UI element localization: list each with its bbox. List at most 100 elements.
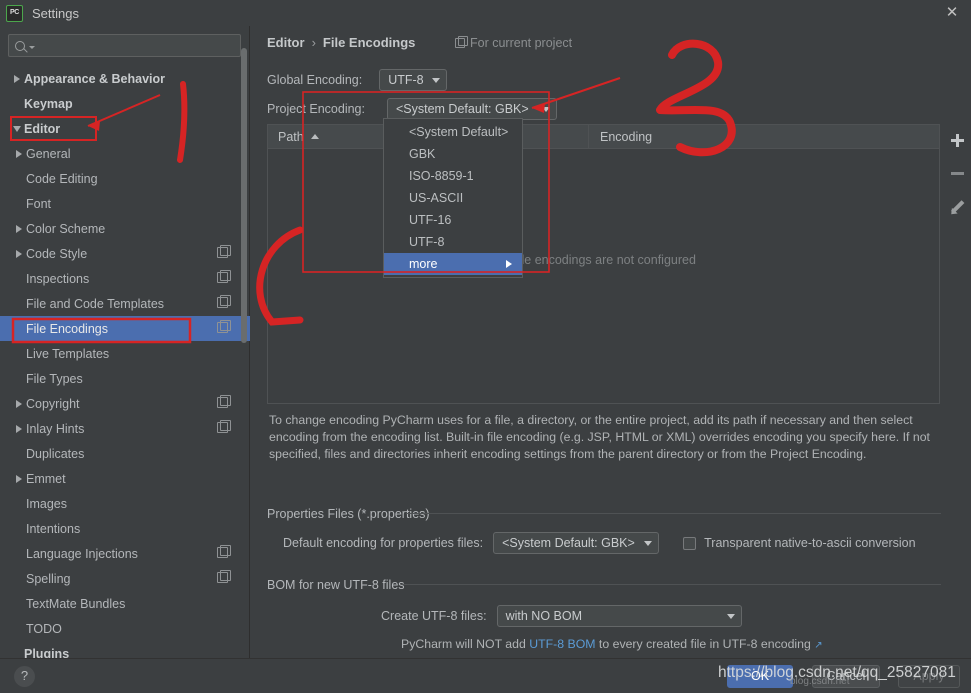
transparent-native-checkbox-row[interactable]: Transparent native-to-ascii conversion: [683, 536, 916, 550]
sidebar-item-spelling[interactable]: Spelling: [0, 566, 250, 591]
sidebar-item-todo[interactable]: TODO: [0, 616, 250, 641]
sidebar-item-editor[interactable]: Editor: [0, 116, 250, 141]
remove-icon[interactable]: [947, 163, 967, 183]
sidebar-item-copyright[interactable]: Copyright: [0, 391, 250, 416]
dropdown-item-system-default[interactable]: <System Default>: [384, 121, 522, 143]
sidebar-item-plugins[interactable]: Plugins: [0, 641, 250, 659]
properties-encoding-combo[interactable]: <System Default: GBK>: [493, 532, 660, 554]
sidebar-item-textmate-bundles[interactable]: TextMate Bundles: [0, 591, 250, 616]
transparent-native-checkbox[interactable]: [683, 536, 697, 550]
sidebar-item-label: File Encodings: [26, 321, 108, 336]
copy-settings-icon: [217, 270, 231, 283]
dropdown-item-utf-8[interactable]: UTF-8: [384, 231, 522, 253]
window-title: Settings: [32, 5, 79, 21]
chevron-right-icon: [12, 474, 26, 483]
sidebar-item-code-style[interactable]: Code Style: [0, 241, 250, 266]
sort-ascending-icon: [310, 134, 319, 139]
column-header-encoding[interactable]: Encoding: [588, 124, 938, 149]
sidebar-item-label: Inlay Hints: [26, 421, 85, 436]
copy-settings-icon: [217, 545, 231, 558]
chevron-right-icon: [12, 249, 26, 258]
sidebar-item-general[interactable]: General: [0, 141, 250, 166]
sidebar-item-label: Duplicates: [26, 446, 85, 461]
close-icon[interactable]: ✕: [943, 4, 961, 22]
settings-sidebar: Appearance & Behavior Keymap Editor General…: [0, 26, 250, 658]
encodings-table: Path Encoding File encodings are not con…: [267, 124, 940, 404]
sidebar-item-color-scheme[interactable]: Color Scheme: [0, 216, 250, 241]
edit-icon[interactable]: [947, 196, 967, 216]
sidebar-item-appearance-behavior[interactable]: Appearance & Behavior: [0, 66, 250, 91]
copy-settings-icon: [217, 420, 231, 433]
copy-settings-icon: [217, 320, 231, 333]
project-encoding-combo[interactable]: <System Default: GBK>: [386, 98, 557, 120]
dropdown-item-gbk[interactable]: GBK: [384, 143, 522, 165]
sidebar-item-label: Keymap: [24, 96, 73, 111]
bom-create-row: Create UTF-8 files: with NO BOM: [381, 605, 742, 627]
chevron-down-icon: [29, 46, 35, 49]
copy-settings-icon: [217, 570, 231, 583]
sidebar-item-label: Font: [26, 196, 52, 211]
pycharm-logo-icon: PC: [6, 4, 23, 22]
dropdown-item-label: UTF-8: [409, 235, 445, 249]
global-encoding-combo[interactable]: UTF-8: [379, 69, 447, 91]
chevron-right-icon: [12, 399, 26, 408]
sidebar-item-label: General: [26, 146, 71, 161]
properties-group-title: Properties Files (*.properties): [267, 507, 437, 521]
sidebar-item-images[interactable]: Images: [0, 491, 250, 516]
chevron-down-icon: [10, 125, 24, 132]
sidebar-item-live-templates[interactable]: Live Templates: [0, 341, 250, 366]
add-icon[interactable]: [947, 130, 967, 150]
sidebar-item-file-encodings[interactable]: File Encodings: [0, 316, 250, 341]
sidebar-item-label: Intentions: [26, 521, 81, 536]
settings-tree: Appearance & Behavior Keymap Editor General…: [0, 66, 250, 658]
sidebar-item-intentions[interactable]: Intentions: [0, 516, 250, 541]
copy-settings-icon: [217, 295, 231, 308]
bom-note-link[interactable]: UTF-8 BOM: [529, 637, 595, 651]
dropdown-item-utf-16[interactable]: UTF-16: [384, 209, 522, 231]
bom-create-combo[interactable]: with NO BOM: [496, 605, 742, 627]
dropdown-item-iso-8859-1[interactable]: ISO-8859-1: [384, 165, 522, 187]
project-encoding-value: <System Default: GBK>: [395, 102, 529, 116]
sidebar-item-inspections[interactable]: Inspections: [0, 266, 250, 291]
table-body: File encodings are not configured: [268, 149, 939, 403]
sidebar-item-inlay-hints[interactable]: Inlay Hints: [0, 416, 250, 441]
copy-settings-icon: [217, 245, 231, 258]
description-text: To change encoding PyCharm uses for a fi…: [269, 413, 930, 461]
sidebar-item-label: Language Injections: [26, 546, 138, 561]
sidebar-item-language-injections[interactable]: Language Injections: [0, 541, 250, 566]
sidebar-item-emmet[interactable]: Emmet: [0, 466, 250, 491]
properties-encoding-label: Default encoding for properties files:: [283, 536, 484, 550]
sidebar-item-font[interactable]: Font: [0, 191, 250, 216]
dropdown-item-more[interactable]: more: [384, 253, 522, 275]
dropdown-item-us-ascii[interactable]: US-ASCII: [384, 187, 522, 209]
main-panel: Editor › File Encodings For current proj…: [251, 26, 971, 658]
bom-note-suffix: to every created file in UTF-8 encoding: [595, 637, 815, 651]
project-encoding-dropdown-menu[interactable]: <System Default> GBK ISO-8859-1 US-ASCII UTF…: [383, 118, 523, 278]
help-icon[interactable]: ?: [14, 666, 35, 687]
sidebar-item-duplicates[interactable]: Duplicates: [0, 441, 250, 466]
sidebar-item-label: Spelling: [26, 571, 71, 586]
sidebar-item-label: File and Code Templates: [26, 296, 165, 311]
sidebar-item-label: TextMate Bundles: [26, 596, 126, 611]
external-link-icon[interactable]: ↗: [814, 640, 822, 651]
dropdown-item-label: UTF-16: [409, 213, 452, 227]
sidebar-item-file-types[interactable]: File Types: [0, 366, 250, 391]
search-input[interactable]: [8, 34, 241, 57]
sidebar-item-code-editing[interactable]: Code Editing: [0, 166, 250, 191]
sidebar-item-keymap[interactable]: Keymap: [0, 91, 250, 116]
search-wrapper: [0, 26, 249, 63]
copy-settings-icon: [217, 395, 231, 408]
sidebar-item-file-and-code-templates[interactable]: File and Code Templates: [0, 291, 250, 316]
sidebar-item-label: Inspections: [26, 271, 90, 286]
chevron-down-icon: [644, 540, 653, 546]
breadcrumb-parent[interactable]: Editor: [267, 35, 305, 50]
sidebar-item-label: TODO: [26, 621, 62, 636]
sidebar-item-label: Plugins: [24, 646, 70, 659]
sidebar-item-label: Live Templates: [26, 346, 110, 361]
sidebar-item-label: Editor: [24, 121, 61, 136]
sidebar-scrollbar[interactable]: [241, 48, 247, 343]
dropdown-item-label: GBK: [409, 147, 436, 161]
chevron-right-icon: [12, 424, 26, 433]
search-icon: [15, 40, 25, 51]
chevron-right-icon: [12, 149, 26, 158]
